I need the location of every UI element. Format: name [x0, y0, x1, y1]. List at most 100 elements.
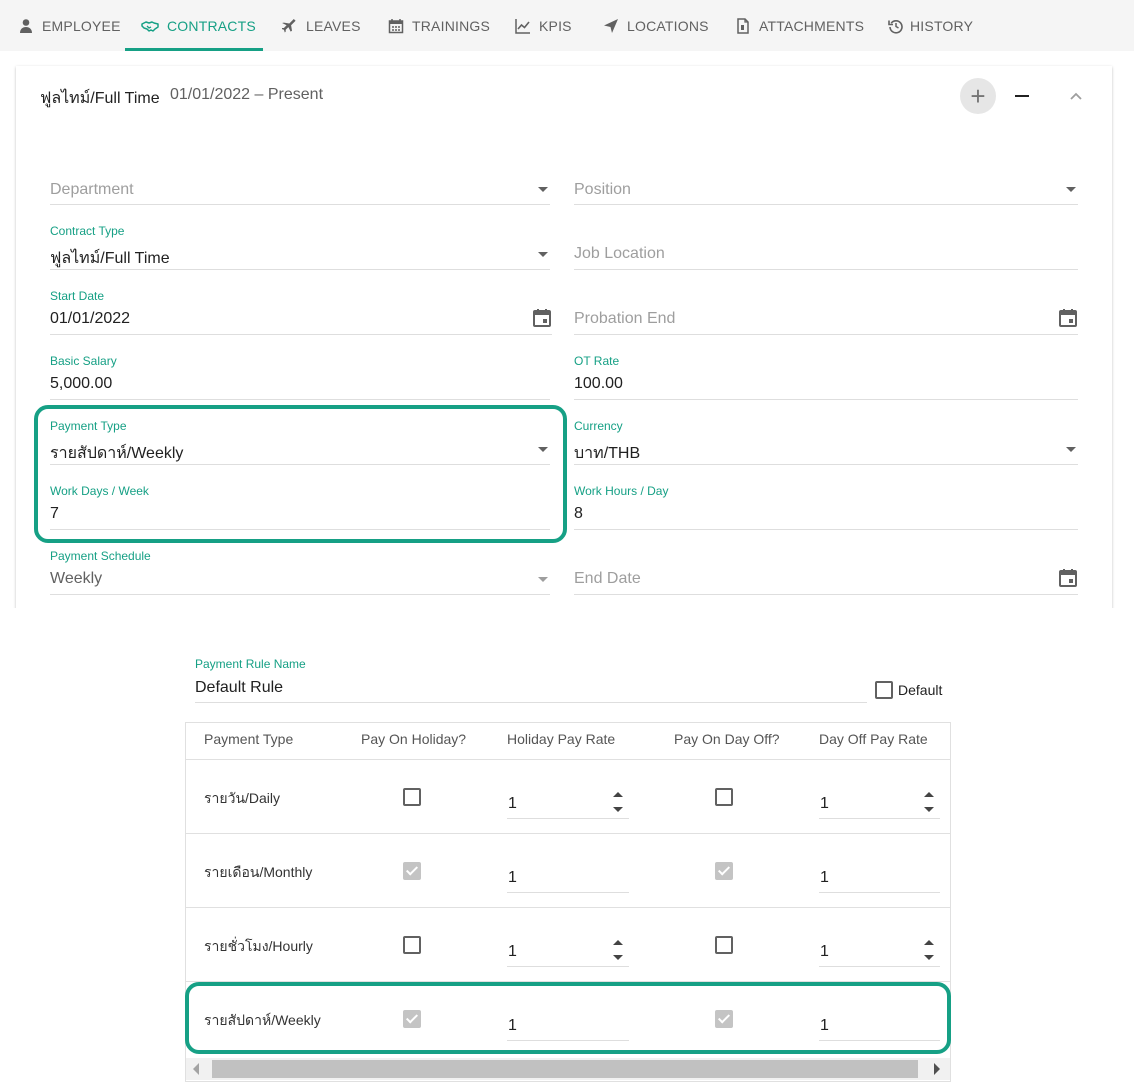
default-checkbox[interactable]: [875, 681, 893, 699]
handshake-icon: [141, 20, 159, 32]
tab-label: LOCATIONS: [627, 17, 709, 34]
tab-label: EMPLOYEE: [42, 17, 121, 34]
field-underline: [507, 818, 629, 819]
default-label: Default: [898, 682, 943, 698]
stepper-arrows-icon[interactable]: [923, 790, 935, 816]
scroll-left-icon[interactable]: [193, 1063, 199, 1075]
field-underline: [574, 269, 1078, 270]
ot-rate-input[interactable]: OT Rate 100.00: [574, 354, 1078, 414]
tab-kpis[interactable]: KPIS: [515, 0, 572, 51]
header-day-off-pay-rate: Day Off Pay Rate: [819, 731, 928, 747]
field-underline: [819, 818, 940, 819]
row-divider: [186, 759, 950, 760]
highlight-box: [34, 405, 567, 543]
payment-schedule-value: Weekly: [50, 570, 103, 587]
field-underline: [574, 464, 1078, 465]
location-arrow-icon: [604, 18, 618, 33]
tab-trainings[interactable]: TRAININGS: [388, 0, 490, 51]
holiday-pay-rate-value[interactable]: 1: [508, 943, 517, 961]
calendar-icon[interactable]: [1058, 308, 1078, 328]
payment-rule-name-value[interactable]: Default Rule: [195, 679, 283, 697]
scroll-right-icon[interactable]: [934, 1063, 940, 1075]
contract-type-value: ฟูลไทม์/Full Time: [50, 250, 170, 267]
plane-icon: [282, 18, 296, 33]
chart-line-icon: [515, 18, 530, 34]
stepper-arrows-icon[interactable]: [612, 938, 624, 964]
tab-locations[interactable]: LOCATIONS: [603, 0, 709, 51]
contract-dates: 01/01/2022 – Present: [170, 86, 324, 103]
field-underline: [819, 966, 940, 967]
start-date-input[interactable]: Start Date 01/01/2022: [50, 289, 552, 349]
pay-on-day-off-checkbox[interactable]: [715, 936, 733, 954]
pay-on-holiday-checkbox[interactable]: [403, 788, 421, 806]
field-underline: [50, 334, 552, 335]
contract-type-select[interactable]: Contract Type ฟูลไทม์/Full Time: [50, 224, 550, 284]
currency-label: Currency: [574, 419, 623, 433]
field-underline: [574, 399, 1078, 400]
remove-contract-button[interactable]: [1012, 78, 1032, 114]
pay-on-day-off-checkbox[interactable]: [715, 788, 733, 806]
payment-rule-name-label: Payment Rule Name: [195, 657, 306, 671]
field-underline: [50, 399, 550, 400]
row-divider: [186, 907, 950, 908]
currency-select[interactable]: Currency บาท/THB: [574, 419, 1078, 479]
tab-employee[interactable]: EMPLOYEE: [18, 0, 121, 51]
contract-title: ฟูลไทม์/Full Time: [40, 90, 160, 107]
header-pay-on-holiday: Pay On Holiday?: [361, 731, 467, 747]
tab-leaves[interactable]: LEAVES: [282, 0, 361, 51]
plus-icon: +: [970, 80, 986, 111]
highlight-box: [185, 982, 951, 1054]
chevron-up-icon[interactable]: [1064, 84, 1088, 108]
tab-label: LEAVES: [306, 17, 361, 34]
day-off-pay-rate-value[interactable]: 1: [820, 795, 829, 813]
work-hours-value: 8: [574, 505, 583, 522]
holiday-pay-rate-value[interactable]: 1: [508, 795, 517, 813]
department-select[interactable]: Department: [50, 170, 550, 230]
day-off-pay-rate-value[interactable]: 1: [820, 943, 829, 961]
calendar-icon[interactable]: [532, 308, 552, 328]
stepper-arrows-icon[interactable]: [923, 938, 935, 964]
tab-label: TRAININGS: [412, 17, 491, 34]
add-contract-button[interactable]: +: [960, 78, 996, 114]
field-underline: [819, 892, 940, 893]
work-hours-input[interactable]: Work Hours / Day 8: [574, 484, 1078, 544]
contract-type-label: Contract Type: [50, 224, 125, 238]
pay-on-day-off-checkbox: [715, 862, 733, 880]
row-divider: [186, 833, 950, 834]
tab-contracts[interactable]: CONTRACTS: [141, 0, 256, 51]
job-location-input[interactable]: Job Location: [574, 224, 1078, 284]
tab-history[interactable]: HISTORY: [888, 0, 973, 51]
header-pay-on-day-off: Pay On Day Off?: [674, 731, 780, 747]
caret-down-icon: [1066, 187, 1076, 192]
header-holiday-pay-rate: Holiday Pay Rate: [507, 731, 616, 747]
payment-schedule-label: Payment Schedule: [50, 549, 151, 563]
day-off-pay-rate-value: 1: [820, 869, 829, 886]
probation-end-placeholder: Probation End: [574, 310, 676, 327]
file-icon: [737, 17, 749, 34]
caret-down-icon: [538, 252, 548, 257]
position-select[interactable]: Position: [574, 170, 1078, 230]
header-payment-type: Payment Type: [204, 731, 294, 747]
row-payment-type: รายเดือน/Monthly: [204, 864, 313, 880]
stepper-arrows-icon[interactable]: [612, 790, 624, 816]
payment-schedule-select[interactable]: Payment Schedule Weekly: [50, 549, 550, 609]
calendar-icon[interactable]: [1058, 568, 1078, 588]
scrollbar-thumb[interactable]: [212, 1060, 918, 1078]
start-date-label: Start Date: [50, 289, 105, 303]
holiday-pay-rate-value: 1: [508, 869, 517, 886]
caret-down-icon: [1066, 447, 1076, 452]
field-underline: [507, 892, 629, 893]
tab-attachments[interactable]: ATTACHMENTS: [735, 0, 864, 51]
end-date-placeholder: End Date: [574, 570, 641, 587]
active-tab-indicator: [125, 48, 263, 51]
position-placeholder: Position: [574, 181, 631, 198]
pay-on-holiday-checkbox[interactable]: [403, 936, 421, 954]
probation-end-input[interactable]: Probation End: [574, 289, 1078, 349]
minus-icon: [1015, 95, 1029, 97]
start-date-value: 01/01/2022: [50, 310, 131, 327]
tab-label: HISTORY: [910, 17, 974, 34]
field-underline: [195, 702, 867, 703]
section-divider: [0, 608, 1134, 638]
end-date-input[interactable]: End Date: [574, 549, 1078, 609]
caret-down-icon: [538, 187, 548, 192]
